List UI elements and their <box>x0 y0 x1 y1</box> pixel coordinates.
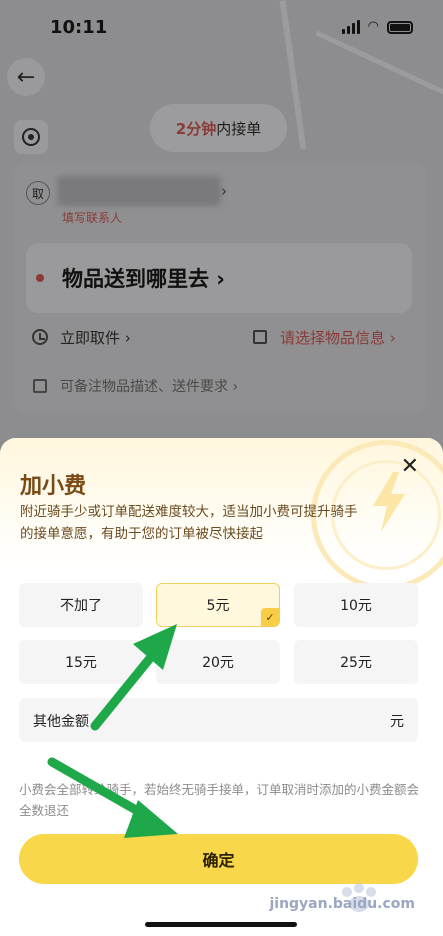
tip-option-15[interactable]: 15元 <box>19 640 143 684</box>
tip-option-25[interactable]: 25元 <box>294 640 418 684</box>
pickup-tag: 取 <box>26 181 50 205</box>
package-icon <box>253 330 267 344</box>
close-icon: ✕ <box>400 454 419 479</box>
pickup-time-link[interactable]: 立即取件 › <box>60 327 131 348</box>
clock-icon <box>32 329 48 345</box>
edit-icon <box>33 379 47 393</box>
destination-text[interactable]: 物品送到哪里去 › <box>62 263 225 293</box>
tip-sheet: ✕ 加小费 附近骑手少或订单配送难度较大，适当加小费可提升骑手的接单意愿，有助于… <box>0 438 443 936</box>
other-amount-label: 其他金额 <box>33 714 89 730</box>
locate-button[interactable] <box>14 120 48 154</box>
sheet-title: 加小费 <box>20 474 87 499</box>
signal-icon <box>341 20 360 34</box>
tip-option-10[interactable]: 10元 <box>294 583 418 627</box>
eta-pill: 2分钟 内接单 <box>150 104 287 152</box>
home-indicator <box>145 922 297 927</box>
locate-icon <box>22 128 40 146</box>
status-bar: 10:11 ◠ <box>0 0 443 56</box>
wifi-icon: ◠ <box>367 19 379 34</box>
watermark-text: jingyan.baidu.com <box>269 896 415 912</box>
item-info-link[interactable]: 请选择物品信息 › <box>280 327 396 348</box>
sheet-description: 附近骑手少或订单配送难度较大，适当加小费可提升骑手的接单意愿，有助于您的订单被尽… <box>20 504 358 542</box>
battery-icon <box>387 20 413 34</box>
back-arrow-icon: ← <box>16 64 36 90</box>
status-time: 10:11 <box>50 17 108 38</box>
lightning-icon <box>373 472 405 532</box>
status-icons: ◠ <box>341 19 413 34</box>
back-button[interactable]: ← <box>7 58 45 96</box>
tip-option-5[interactable]: 5元 ✓ <box>156 583 280 627</box>
refund-note: 小费会全部转给骑手，若始终无骑手接单，订单取消时添加的小费金额会全数退还 <box>19 782 420 818</box>
tip-option-none[interactable]: 不加了 <box>19 583 143 627</box>
other-amount-input[interactable]: 其他金额 元 <box>19 698 418 742</box>
close-button[interactable]: ✕ <box>401 455 419 479</box>
confirm-button[interactable]: 确定 <box>19 834 418 884</box>
other-amount-unit: 元 <box>390 714 404 730</box>
eta-suffix: 内接单 <box>216 119 262 138</box>
eta-highlight: 2分钟 <box>175 119 217 138</box>
tip-option-20[interactable]: 20元 <box>156 640 280 684</box>
fill-contact-link[interactable]: 填写联系人 <box>62 209 122 226</box>
blurred-address <box>57 176 221 206</box>
destination-dot-icon <box>36 274 44 282</box>
check-icon: ✓ <box>261 608 279 626</box>
chevron-right-icon[interactable]: › <box>221 182 227 200</box>
remark-link[interactable]: 可备注物品描述、送件要求 › <box>60 376 238 396</box>
